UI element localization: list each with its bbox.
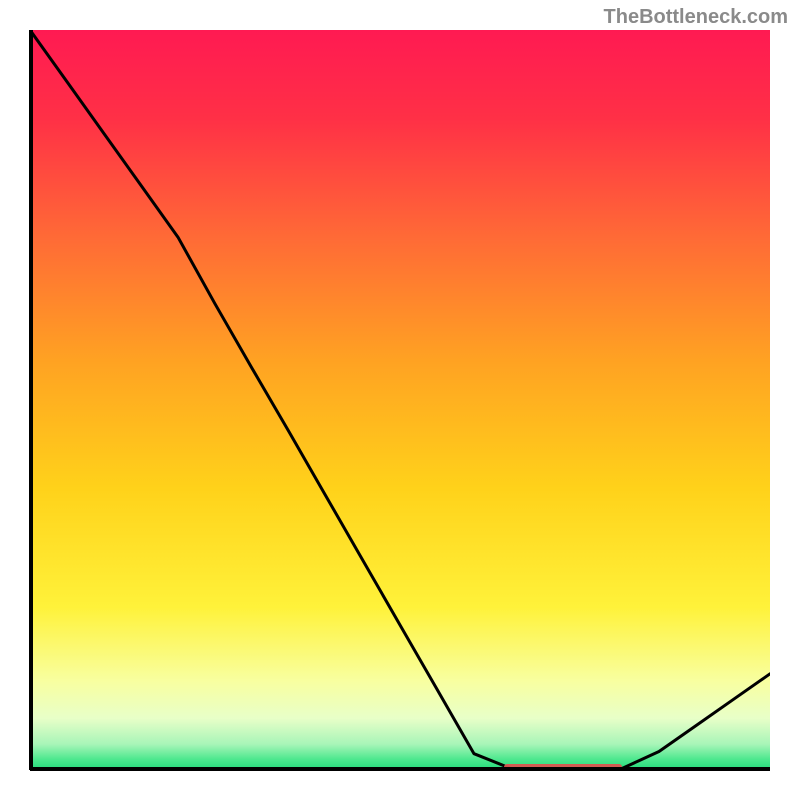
gradient-background [30, 30, 770, 770]
plot-area [30, 30, 770, 770]
watermark-text: TheBottleneck.com [604, 6, 788, 29]
plot-container [30, 30, 770, 770]
x-axis [30, 767, 770, 771]
y-axis [29, 30, 33, 770]
